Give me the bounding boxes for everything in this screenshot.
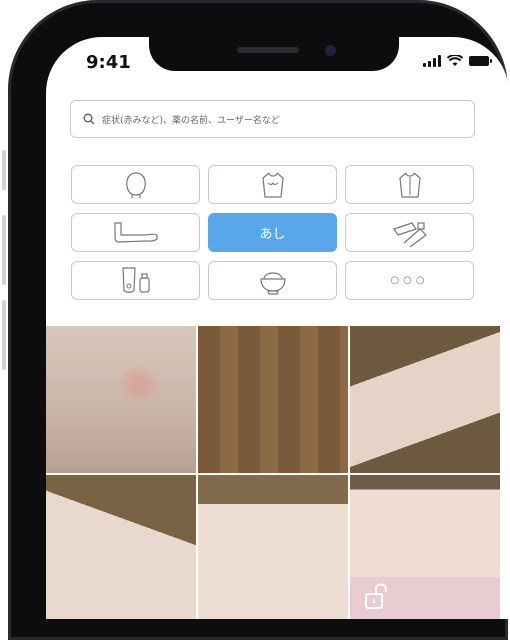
search-field[interactable]: 症状(赤みなど)、薬の名前、ユーザー名など — [70, 100, 475, 138]
status-icons — [423, 55, 492, 67]
head-icon — [125, 171, 146, 198]
more-dots: ○○○ — [390, 275, 429, 286]
category-leg[interactable]: あし — [208, 213, 337, 252]
cosmetics-bottles-icon — [121, 266, 150, 293]
category-arm[interactable] — [71, 213, 200, 252]
photo-thumbnail[interactable] — [350, 475, 500, 619]
category-medicine[interactable] — [345, 213, 474, 252]
notch — [149, 37, 399, 71]
category-food[interactable] — [208, 261, 337, 300]
category-grid: あし ○○○ — [71, 165, 475, 300]
front-camera — [325, 45, 336, 56]
wifi-icon — [447, 55, 463, 66]
cellular-signal-icon — [423, 55, 441, 67]
photo-thumbnail[interactable] — [198, 326, 348, 473]
category-chest[interactable] — [208, 165, 337, 204]
category-back[interactable] — [345, 165, 474, 204]
category-cosmetics[interactable] — [71, 261, 200, 300]
volume-up-button — [2, 215, 6, 285]
phone-frame: 9:41 症状(赤みなど)、薬の名前、ユーザー名など あし ○○○ — [2, 0, 509, 640]
status-time: 9:41 — [86, 52, 131, 73]
unlock-icon — [365, 583, 387, 609]
app-screen: 9:41 症状(赤みなど)、薬の名前、ユーザー名など あし ○○○ — [46, 37, 509, 619]
volume-down-button — [2, 300, 6, 370]
photo-thumbnail[interactable] — [46, 475, 196, 619]
category-head[interactable] — [71, 165, 200, 204]
torso-back-icon — [398, 172, 421, 198]
photo-thumbnail[interactable] — [350, 326, 500, 473]
photo-thumbnail[interactable] — [198, 475, 348, 619]
torso-front-icon — [261, 172, 284, 198]
photo-thumbnail[interactable] — [46, 326, 196, 473]
search-placeholder: 症状(赤みなど)、薬の名前、ユーザー名など — [102, 115, 280, 126]
search-icon — [83, 113, 95, 125]
battery-icon — [469, 56, 492, 66]
category-leg-label: あし — [259, 227, 286, 242]
ointment-tube-icon — [392, 221, 427, 247]
rice-bowl-icon — [259, 271, 286, 295]
arm-icon — [113, 221, 158, 243]
photo-grid — [46, 326, 509, 619]
category-more[interactable]: ○○○ — [345, 261, 474, 300]
speaker-grille — [237, 47, 299, 53]
mute-switch — [2, 150, 6, 190]
